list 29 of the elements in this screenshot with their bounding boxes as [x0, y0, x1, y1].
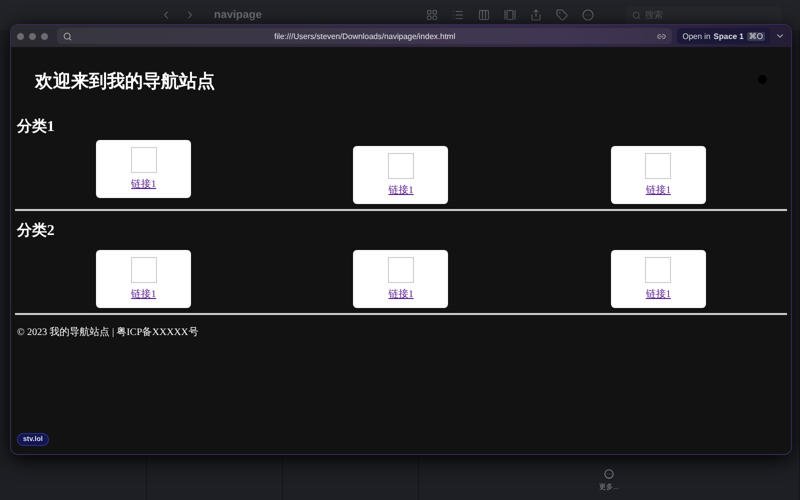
grid-view-icon[interactable] [426, 9, 438, 21]
link[interactable]: 链接1 [131, 287, 156, 301]
search-icon [63, 32, 72, 40]
broken-image-icon [388, 257, 414, 283]
tag-icon[interactable] [556, 9, 568, 21]
link[interactable]: 链接1 [388, 287, 414, 301]
more-icon[interactable] [604, 469, 614, 479]
share-icon[interactable] [530, 9, 542, 21]
category-heading: 分类2 [17, 221, 56, 240]
broken-image-icon [130, 257, 157, 283]
link[interactable]: 链接1 [646, 287, 671, 301]
link[interactable]: 链接1 [646, 183, 671, 197]
footer-text: © 2023 我的导航站点 | 粤ICP备XXXXX号 [17, 326, 200, 339]
broken-image-icon [645, 257, 672, 283]
broken-image-icon [645, 153, 672, 179]
page-title: 欢迎来到我的导航站点 [35, 70, 215, 93]
link-icon[interactable] [657, 32, 666, 40]
gallery-view-icon[interactable] [504, 9, 516, 21]
broken-image-icon [130, 147, 157, 173]
address-bar[interactable]: file:///Users/steven/Downloads/navipage/index.html [57, 28, 672, 44]
folder-title: navipage [214, 9, 263, 21]
search-icon [632, 10, 641, 20]
category-heading: 分类1 [17, 117, 56, 136]
open-in-button[interactable]: Open in Space 1 ⌘O [677, 28, 770, 44]
more-icon[interactable] [582, 9, 594, 21]
link[interactable]: 链接1 [131, 177, 156, 191]
broken-image-icon [388, 153, 414, 179]
column-view-icon[interactable] [478, 9, 490, 21]
link[interactable]: 链接1 [388, 183, 414, 197]
